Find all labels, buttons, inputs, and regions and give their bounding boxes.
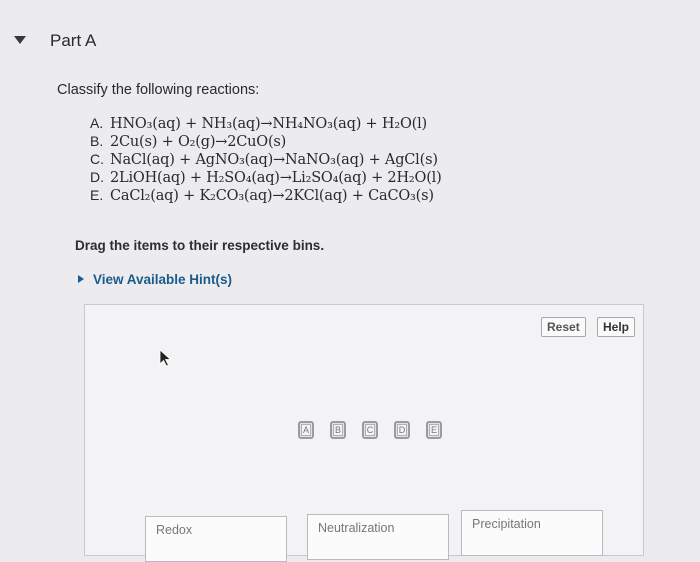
bin-precipitation[interactable]: Precipitation bbox=[461, 510, 603, 556]
drag-item-b[interactable]: B bbox=[330, 421, 346, 439]
reaction-letter: C. bbox=[90, 151, 104, 167]
bin-redox[interactable]: Redox bbox=[145, 516, 287, 562]
reaction-item: C. NaCl(aq) + AgNO₃(aq)→NaNO₃(aq) + AgCl(… bbox=[90, 150, 442, 168]
view-hints-link[interactable]: View Available Hint(s) bbox=[78, 272, 232, 287]
instruction-text: Drag the items to their respective bins. bbox=[75, 238, 325, 253]
reaction-letter: D. bbox=[90, 169, 104, 185]
drag-item-d[interactable]: D bbox=[394, 421, 410, 439]
reaction-equation: 2Cu(s) + O₂(g)→2CuO(s) bbox=[110, 134, 287, 150]
drag-item-c[interactable]: C bbox=[362, 421, 378, 439]
part-a-header[interactable]: Part A bbox=[0, 22, 700, 64]
drag-drop-workspace: Reset Help ABCDE Redox Neutralization Pr… bbox=[84, 304, 644, 562]
caret-down-icon[interactable] bbox=[14, 36, 26, 44]
caret-right-icon bbox=[78, 275, 84, 283]
reaction-equation: HNO₃(aq) + NH₃(aq)→NH₄NO₃(aq) + H₂O(l) bbox=[110, 116, 428, 132]
draggable-items: ABCDE bbox=[298, 421, 458, 439]
mouse-pointer-icon bbox=[159, 349, 172, 367]
drag-item-e[interactable]: E bbox=[426, 421, 442, 439]
reaction-item: D. 2LiOH(aq) + H₂SO₄(aq)→Li₂SO₄(aq) + 2H₂… bbox=[90, 168, 442, 186]
reaction-letter: B. bbox=[90, 133, 104, 149]
bin-label: Neutralization bbox=[318, 521, 395, 535]
reaction-equation: NaCl(aq) + AgNO₃(aq)→NaNO₃(aq) + AgCl(s) bbox=[110, 152, 438, 168]
reaction-letter: A. bbox=[90, 115, 104, 131]
help-button[interactable]: Help bbox=[597, 317, 636, 337]
reaction-letter: E. bbox=[90, 187, 104, 203]
bin-label: Redox bbox=[156, 523, 193, 537]
reaction-equation: CaCl₂(aq) + K₂CO₃(aq)→2KCl(aq) + CaCO₃(s… bbox=[110, 188, 434, 204]
bin-label: Precipitation bbox=[472, 517, 541, 531]
reaction-list: A. HNO₃(aq) + NH₃(aq)→NH₄NO₃(aq) + H₂O(l)… bbox=[90, 114, 442, 204]
hint-link-label: View Available Hint(s) bbox=[93, 272, 233, 287]
reaction-item: E. CaCl₂(aq) + K₂CO₃(aq)→2KCl(aq) + CaCO₃… bbox=[90, 186, 442, 204]
bin-neutralization[interactable]: Neutralization bbox=[307, 514, 449, 560]
part-title: Part A bbox=[50, 31, 97, 50]
reset-button[interactable]: Reset bbox=[541, 317, 586, 337]
reaction-item: A. HNO₃(aq) + NH₃(aq)→NH₄NO₃(aq) + H₂O(l) bbox=[90, 114, 442, 132]
reaction-equation: 2LiOH(aq) + H₂SO₄(aq)→Li₂SO₄(aq) + 2H₂O(… bbox=[110, 170, 442, 186]
question-text: Classify the following reactions: bbox=[57, 82, 260, 98]
drag-item-a[interactable]: A bbox=[298, 421, 314, 439]
reaction-item: B. 2Cu(s) + O₂(g)→2CuO(s) bbox=[90, 132, 442, 150]
